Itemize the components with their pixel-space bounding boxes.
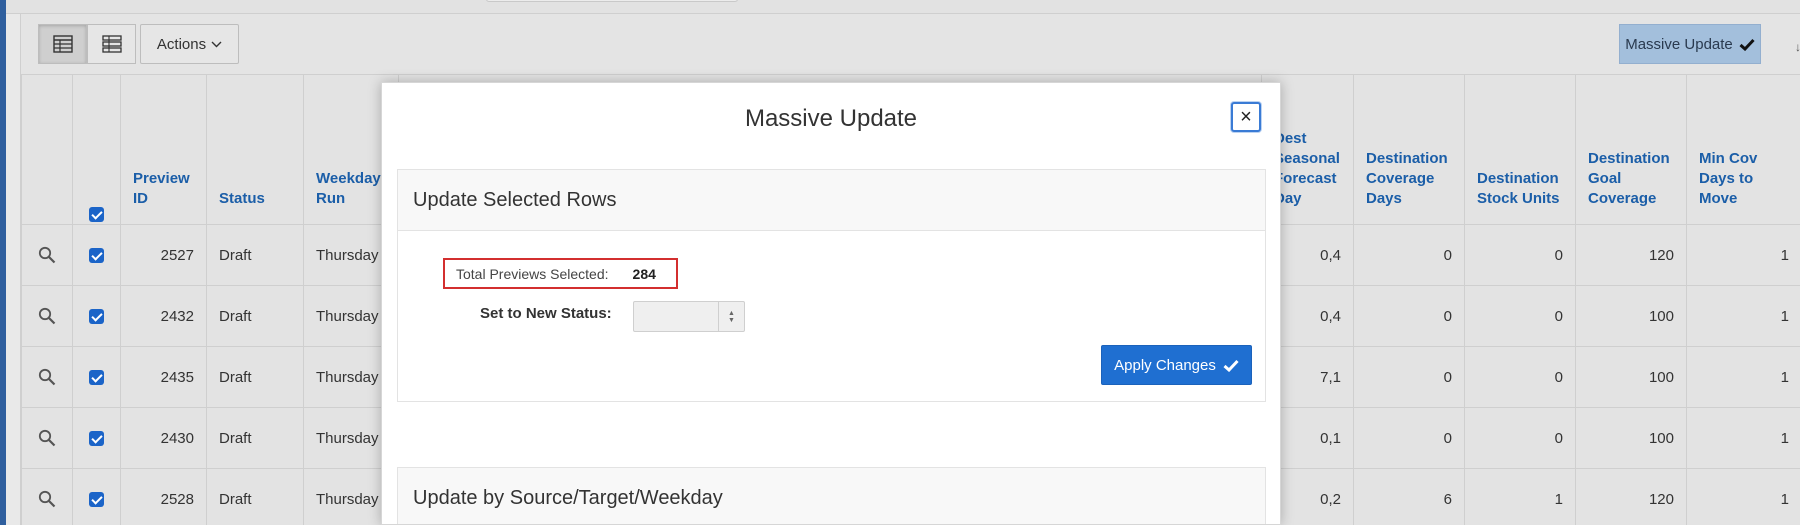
checkbox-checked-icon[interactable] bbox=[89, 492, 104, 508]
header-status[interactable]: Status bbox=[206, 74, 304, 225]
magnifier-icon[interactable] bbox=[38, 246, 56, 264]
checkbox-checked-icon[interactable] bbox=[89, 370, 104, 386]
grid-view-button[interactable] bbox=[38, 24, 87, 64]
check-icon bbox=[1223, 359, 1239, 372]
cell-min-cov-days-to-move: 1 bbox=[1686, 407, 1800, 469]
panel-title: Update by Source/Target/Weekday bbox=[398, 468, 1265, 524]
close-icon: × bbox=[1240, 105, 1252, 128]
checkbox-checked-icon[interactable] bbox=[89, 309, 104, 325]
total-value: 284 bbox=[632, 265, 656, 282]
apply-changes-button[interactable]: Apply Changes bbox=[1101, 345, 1252, 385]
top-tab bbox=[486, 0, 738, 2]
top-strip bbox=[6, 0, 1800, 14]
row-select-cell[interactable] bbox=[72, 285, 121, 347]
check-icon bbox=[1739, 38, 1755, 51]
cell-destination-stock-units: 0 bbox=[1464, 346, 1576, 408]
checkbox-checked-icon[interactable] bbox=[89, 431, 104, 447]
row-view-button[interactable] bbox=[87, 24, 136, 64]
update-selected-rows-panel: Update Selected Rows Total Previews Sele… bbox=[397, 169, 1266, 402]
new-status-label: Set to New Status: bbox=[480, 305, 612, 322]
cell-destination-coverage-days: 6 bbox=[1353, 468, 1465, 525]
cell-destination-coverage-days: 0 bbox=[1353, 224, 1465, 286]
cell-destination-coverage-days: 0 bbox=[1353, 346, 1465, 408]
cell-destination-goal-coverage: 100 bbox=[1575, 346, 1687, 408]
row-view-icon bbox=[101, 35, 122, 53]
magnifier-icon[interactable] bbox=[38, 429, 56, 447]
header-select-all[interactable] bbox=[72, 74, 121, 225]
view-row-cell[interactable] bbox=[21, 468, 73, 525]
chevron-down-icon bbox=[211, 41, 222, 47]
view-row-cell[interactable] bbox=[21, 407, 73, 469]
cell-preview-id: 2528 bbox=[120, 468, 207, 525]
select-arrows-icon: ▲ ▼ bbox=[718, 302, 744, 331]
cell-destination-coverage-days: 0 bbox=[1353, 285, 1465, 347]
grid-view-icon bbox=[52, 35, 73, 53]
total-label: Total Previews Selected: bbox=[456, 265, 609, 282]
view-row-cell[interactable] bbox=[21, 285, 73, 347]
actions-menu-button[interactable]: Actions bbox=[140, 24, 239, 64]
report-toolbar: Actions Massive Update ↓ bbox=[21, 14, 1800, 74]
cell-preview-id: 2527 bbox=[120, 224, 207, 286]
row-select-cell[interactable] bbox=[72, 407, 121, 469]
cell-destination-stock-units: 0 bbox=[1464, 224, 1576, 286]
cell-destination-goal-coverage: 120 bbox=[1575, 468, 1687, 525]
cell-destination-stock-units: 1 bbox=[1464, 468, 1576, 525]
magnifier-icon[interactable] bbox=[38, 307, 56, 325]
header-view-column bbox=[21, 74, 73, 225]
cell-destination-coverage-days: 0 bbox=[1353, 407, 1465, 469]
magnifier-icon[interactable] bbox=[38, 368, 56, 386]
cell-min-cov-days-to-move: 1 bbox=[1686, 346, 1800, 408]
cell-min-cov-days-to-move: 1 bbox=[1686, 224, 1800, 286]
header-preview-id[interactable]: Preview ID bbox=[120, 74, 207, 225]
cell-status: Draft bbox=[206, 285, 304, 347]
header-destination-goal-coverage[interactable]: Destination Goal Coverage bbox=[1575, 74, 1687, 225]
dialog-title: Massive Update bbox=[744, 105, 918, 132]
total-previews-selected: Total Previews Selected: 284 bbox=[443, 258, 678, 289]
edge-indicator: ↓ bbox=[1795, 40, 1800, 54]
cell-destination-goal-coverage: 100 bbox=[1575, 407, 1687, 469]
cell-status: Draft bbox=[206, 407, 304, 469]
row-select-cell[interactable] bbox=[72, 346, 121, 408]
apply-changes-label: Apply Changes bbox=[1114, 356, 1216, 374]
cell-destination-goal-coverage: 100 bbox=[1575, 285, 1687, 347]
cell-preview-id: 2435 bbox=[120, 346, 207, 408]
panel-title: Update Selected Rows bbox=[398, 170, 1265, 231]
cell-min-cov-days-to-move: 1 bbox=[1686, 285, 1800, 347]
cell-destination-stock-units: 0 bbox=[1464, 407, 1576, 469]
cell-preview-id: 2430 bbox=[120, 407, 207, 469]
view-row-cell[interactable] bbox=[21, 346, 73, 408]
header-destination-coverage-days[interactable]: Destination Coverage Days bbox=[1353, 74, 1465, 225]
header-destination-stock-units[interactable]: Destination Stock Units bbox=[1464, 74, 1576, 225]
massive-update-button[interactable]: Massive Update bbox=[1619, 24, 1761, 64]
view-row-cell[interactable] bbox=[21, 224, 73, 286]
cell-preview-id: 2432 bbox=[120, 285, 207, 347]
cell-min-cov-days-to-move: 1 bbox=[1686, 468, 1800, 525]
row-select-cell[interactable] bbox=[72, 224, 121, 286]
actions-label: Actions bbox=[156, 35, 207, 53]
cell-status: Draft bbox=[206, 224, 304, 286]
massive-update-dialog: Massive Update × Update Selected Rows To… bbox=[381, 82, 1281, 525]
magnifier-icon[interactable] bbox=[38, 490, 56, 508]
header-min-cov-days-to-move[interactable]: Min Cov Days to Move bbox=[1686, 74, 1800, 225]
cell-status: Draft bbox=[206, 346, 304, 408]
massive-update-label: Massive Update bbox=[1625, 35, 1733, 53]
checkbox-checked-icon[interactable] bbox=[89, 248, 104, 264]
cell-destination-goal-coverage: 120 bbox=[1575, 224, 1687, 286]
new-status-select[interactable]: ▲ ▼ bbox=[633, 301, 745, 332]
checkbox-checked-icon[interactable] bbox=[89, 206, 104, 222]
row-select-cell[interactable] bbox=[72, 468, 121, 525]
update-by-source-target-weekday-panel: Update by Source/Target/Weekday bbox=[397, 467, 1266, 524]
cell-destination-stock-units: 0 bbox=[1464, 285, 1576, 347]
cell-status: Draft bbox=[206, 468, 304, 525]
close-button[interactable]: × bbox=[1231, 102, 1261, 132]
